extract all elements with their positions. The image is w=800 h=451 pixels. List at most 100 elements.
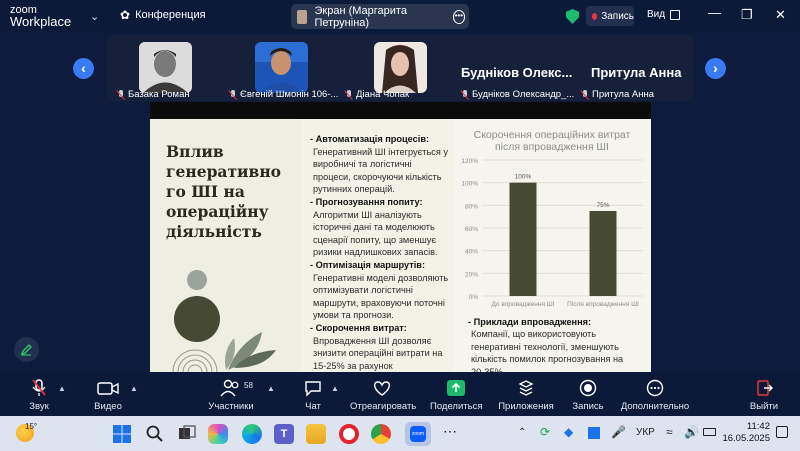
sync-icon[interactable]: ⟳	[540, 425, 550, 439]
task-view-icon[interactable]	[177, 424, 197, 444]
video-options-caret[interactable]: ▲	[130, 384, 138, 393]
leaf-decoration-icon	[225, 332, 276, 370]
view-grid-icon	[670, 9, 681, 20]
tray-expand-icon[interactable]: ⌃	[518, 427, 526, 438]
leave-label: Выйти	[749, 401, 779, 412]
clock-date: 16.05.2025	[722, 433, 770, 444]
screen-share-indicator[interactable]: Экран (Маргарита Петрунiна) •••	[291, 4, 469, 29]
apps-button[interactable]: Приложения	[498, 378, 554, 412]
clock[interactable]: 11:42 16.05.2025	[722, 421, 770, 445]
recording-label: Запись	[601, 10, 634, 22]
audio-button[interactable]: Звук	[25, 378, 53, 412]
participant-photo	[374, 42, 427, 93]
mic-muted-icon	[229, 89, 237, 100]
participant-tile[interactable]: Базака Роман	[117, 38, 227, 100]
opera-browser-icon[interactable]	[339, 424, 359, 444]
participant-tile[interactable]: Євгеній Шмонін 106-...	[229, 38, 344, 100]
search-icon[interactable]	[145, 424, 165, 444]
battery-icon[interactable]	[703, 428, 716, 436]
next-participants-button[interactable]: ›	[705, 58, 726, 79]
slide-title: Вплив генеративно го ШІ на операційну ді…	[166, 142, 282, 241]
recording-indicator[interactable]: Запись	[586, 6, 634, 26]
chart-y-tick-label: 80%	[465, 203, 478, 210]
bluetooth-icon[interactable]: ◆	[564, 425, 573, 439]
meeting-label: Конференция	[135, 9, 206, 21]
more-label: Дополнительно	[620, 401, 690, 412]
chat-options-caret[interactable]: ▲	[331, 384, 339, 393]
chart-data-label: 100%	[515, 174, 532, 181]
chart-title: після впровадження ШІ	[495, 141, 609, 153]
teams-icon[interactable]: T	[274, 424, 294, 444]
chat-button[interactable]: Чат	[300, 378, 326, 412]
leave-button[interactable]: Выйти	[749, 378, 779, 412]
participant-tile[interactable]: Діана Чопак	[345, 38, 455, 100]
heart-icon	[373, 381, 391, 396]
paw-icon: ✿	[120, 8, 131, 22]
zoom-taskbar-button[interactable]: zoom	[405, 422, 431, 446]
participant-name: Будніков Олександр_...	[461, 89, 574, 100]
audio-options-caret[interactable]: ▲	[58, 384, 66, 393]
edge-browser-icon[interactable]	[242, 424, 262, 444]
wifi-icon[interactable]: ≈	[666, 425, 673, 439]
react-button[interactable]: Отреагировать	[350, 378, 416, 412]
chart-bar	[509, 182, 537, 296]
participant-display-name: Будніков Олекс...	[461, 65, 573, 80]
microphone-icon[interactable]: 🎤	[611, 425, 626, 439]
slide-top-bar	[150, 102, 651, 119]
more-options-icon[interactable]: •••	[452, 9, 466, 24]
more-apps-icon[interactable]: ⋯	[440, 424, 460, 444]
participant-strip: Базака Роман Євгеній Шмонін 106-... Діан…	[107, 35, 694, 101]
volume-icon[interactable]: 🔊	[684, 425, 699, 439]
defender-icon[interactable]	[588, 427, 600, 439]
video-button[interactable]: Видео	[92, 378, 124, 412]
participant-name: Євгеній Шмонін 106-...	[229, 89, 338, 100]
meeting-toolbar: Звук ▲ Видео ▲ Участники 58 ▲ Чат ▲ Отре…	[0, 372, 800, 416]
security-shield-icon[interactable]	[566, 9, 579, 24]
chevron-down-icon[interactable]: ⌄	[90, 10, 99, 23]
annotate-button[interactable]	[14, 337, 39, 362]
apps-icon	[518, 380, 534, 396]
chart-bar	[589, 211, 617, 296]
minimize-icon[interactable]: —	[708, 5, 721, 20]
restore-icon[interactable]: ❐	[741, 7, 753, 23]
meeting-info-button[interactable]: ✿ Конференция	[120, 8, 206, 22]
mic-muted-icon	[345, 89, 353, 100]
participant-tile[interactable]: Притула Анна Притула Анна	[581, 38, 691, 100]
participant-photo	[139, 42, 192, 93]
chat-label: Чат	[305, 401, 321, 412]
view-label: Вид	[647, 9, 666, 20]
more-icon	[646, 379, 664, 397]
notifications-icon[interactable]	[776, 426, 788, 438]
mic-muted-icon	[461, 89, 469, 100]
view-button[interactable]: Вид	[647, 9, 681, 20]
participants-options-caret[interactable]: ▲	[267, 384, 275, 393]
logo-line-2: Workplace	[10, 14, 72, 29]
participant-name: Діана Чопак	[345, 89, 409, 100]
copilot-icon[interactable]	[208, 424, 228, 444]
participants-label: Участники	[208, 401, 254, 412]
record-label: Запись	[572, 401, 604, 412]
record-button[interactable]: Запись	[572, 378, 604, 412]
share-button[interactable]: Поделиться	[430, 378, 482, 412]
chart-x-tick-label: До впровадження ШІ	[491, 301, 554, 308]
language-indicator[interactable]: УКР	[636, 427, 655, 438]
record-dot-icon	[592, 12, 598, 20]
chrome-browser-icon[interactable]	[371, 424, 391, 444]
participant-tile[interactable]: Будніков Олекс... Будніков Олександр_...	[461, 38, 586, 100]
more-button[interactable]: Дополнительно	[620, 378, 690, 412]
prev-participants-button[interactable]: ‹	[73, 58, 94, 79]
chart-y-tick-label: 120%	[461, 158, 478, 165]
chart-title: Скорочення операційних витрат	[474, 129, 631, 141]
participants-icon	[220, 379, 239, 397]
file-explorer-icon[interactable]	[306, 424, 326, 444]
decorative-arcs	[172, 349, 218, 372]
chart-data-label: 75%	[596, 202, 609, 209]
apps-label: Приложения	[498, 401, 554, 412]
bullet-heading: - Оптимізація маршрутів:	[310, 259, 426, 270]
participant-name-text: Притула Анна	[592, 89, 654, 100]
mic-muted-icon	[32, 379, 46, 396]
close-icon[interactable]: ✕	[775, 7, 786, 23]
title-bar: zoom Workplace ⌄ ✿ Конференция Экран (Ма…	[0, 0, 800, 33]
windows-start-icon[interactable]	[112, 424, 132, 444]
decorative-circle	[187, 270, 207, 290]
